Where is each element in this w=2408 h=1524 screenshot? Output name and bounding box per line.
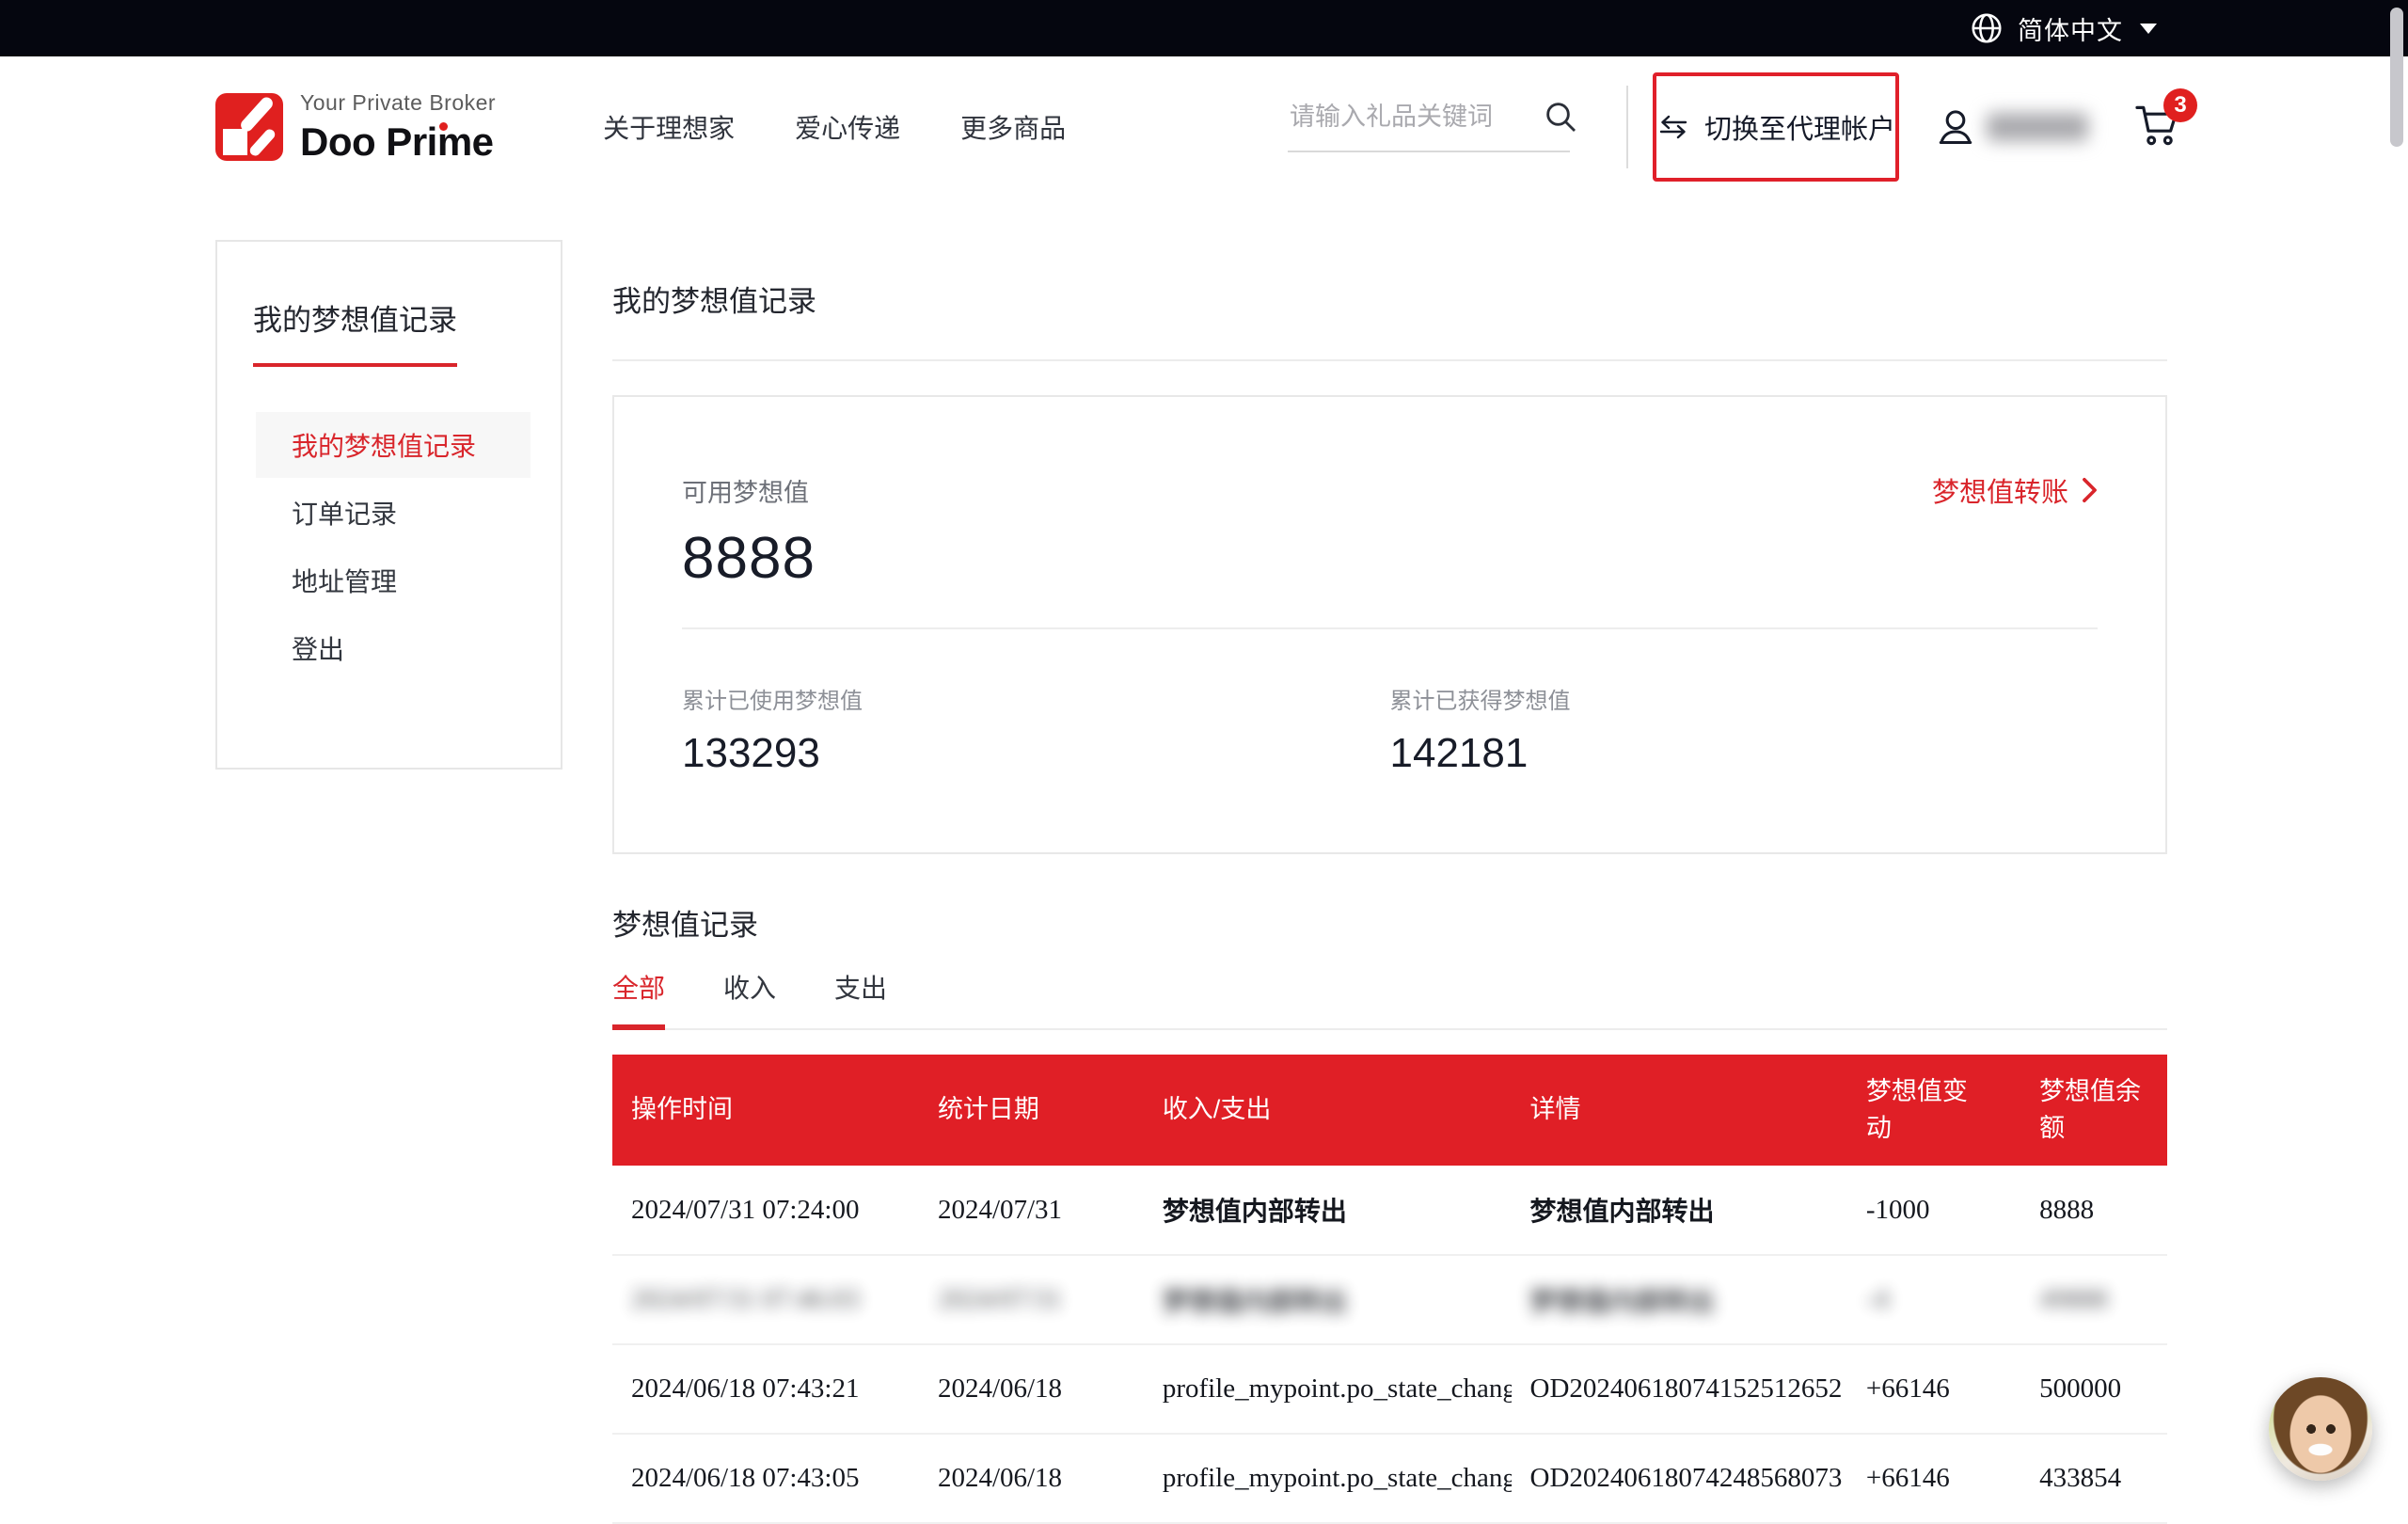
doo-prime-logo-mark (215, 93, 283, 161)
used-points-stat: 累计已使用梦想值 133293 (682, 682, 1390, 777)
user-icon (1934, 105, 1977, 149)
sidebar-item-orders[interactable]: 订单记录 (256, 480, 531, 546)
points-summary-card: 可用梦想值 梦想值转账 8888 累计已使用梦想值 133293 累计已获得梦想… (612, 395, 2167, 854)
col-header-detail: 详情 (1512, 1055, 1847, 1166)
tab-expense[interactable]: 支出 (834, 968, 887, 1028)
cell-time: 2024/06/18 07:43:05 (612, 1434, 919, 1523)
cell-change: +66146 (1847, 1434, 2020, 1523)
cell-balance: 500000 (2020, 1344, 2167, 1434)
username-masked (1987, 113, 2088, 141)
table-row-masked: 2024/07/31 07:46:03 2024/07/31 梦想值内部转出 梦… (612, 1255, 2167, 1344)
cell-type: 梦想值内部转出 (1144, 1166, 1512, 1255)
col-header-time: 操作时间 (612, 1055, 919, 1166)
used-points-value: 133293 (682, 730, 1390, 777)
sidebar-item-my-points[interactable]: 我的梦想值记录 (256, 412, 531, 478)
title-divider (612, 359, 2167, 361)
cell-time: 2024/06/18 07:43:21 (612, 1344, 919, 1434)
search-icon[interactable] (1542, 98, 1579, 135)
logo-brand: Doo Prime (300, 119, 496, 165)
cell-date: 2024/07/31 (919, 1166, 1144, 1255)
records-tabs: 全部 收入 支出 (612, 968, 2167, 1030)
cell-change: -1000 (1847, 1166, 2020, 1255)
tab-all[interactable]: 全部 (612, 968, 665, 1028)
main-nav: 关于理想家 爱心传递 更多商品 (603, 108, 1066, 146)
nav-item-charity[interactable]: 爱心传递 (795, 108, 900, 146)
globe-icon (1969, 10, 2004, 46)
search-input[interactable] (1290, 103, 1513, 132)
available-points-label: 可用梦想值 (682, 472, 809, 509)
points-transfer-link[interactable]: 梦想值转账 (1932, 470, 2098, 510)
card-divider (682, 627, 2098, 629)
cell-time: 2024/07/31 07:24:00 (612, 1166, 919, 1255)
used-points-label: 累计已使用梦想值 (682, 682, 1390, 715)
sidebar-menu: 我的梦想值记录 订单记录 地址管理 登出 (256, 412, 531, 681)
cell-type: profile_mypoint.po_state_change (1144, 1344, 1512, 1434)
available-points-value: 8888 (682, 525, 2098, 592)
table-row: 2024/07/31 07:24:00 2024/07/31 梦想值内部转出 梦… (612, 1166, 2167, 1255)
earned-points-label: 累计已获得梦想值 (1390, 682, 2099, 715)
cell-detail: 梦想值内部转出 (1512, 1255, 1847, 1344)
sidebar-title: 我的梦想值记录 (253, 296, 457, 367)
col-header-change: 梦想值变动 (1847, 1055, 2020, 1166)
doo-prime-logo[interactable]: Your Private Broker Doo Prime (215, 90, 496, 165)
cell-detail: 梦想值内部转出 (1512, 1166, 1847, 1255)
nav-item-more-products[interactable]: 更多商品 (960, 108, 1066, 146)
cell-detail: OD20240618074248568073 (1512, 1434, 1847, 1523)
sidebar-item-addresses[interactable]: 地址管理 (256, 548, 531, 613)
tab-income[interactable]: 收入 (723, 968, 776, 1028)
table-row: 2024/06/18 07:43:05 2024/06/18 profile_m… (612, 1434, 2167, 1523)
cell-change: -4 (1847, 1255, 2020, 1344)
cell-date: 2024/07/31 (919, 1255, 1144, 1344)
language-selector[interactable]: 简体中文 (2018, 10, 2123, 47)
gift-search (1288, 103, 1570, 152)
cell-type: profile_mypoint.po_state_change (1144, 1434, 1512, 1523)
col-header-type: 收入/支出 (1144, 1055, 1512, 1166)
switch-to-agent-account-button[interactable]: 切换至代理帐户 (1653, 72, 1899, 182)
chevron-right-icon (2082, 477, 2098, 503)
cell-balance: 8888 (2020, 1166, 2167, 1255)
logo-tagline: Your Private Broker (300, 90, 496, 116)
topbar: 简体中文 (0, 0, 2408, 56)
cell-change: +66146 (1847, 1344, 2020, 1434)
records-section-title: 梦想值记录 (612, 901, 2167, 944)
cell-detail: OD20240618074152512652 (1512, 1344, 1847, 1434)
cell-date: 2024/06/18 (919, 1344, 1144, 1434)
earned-points-value: 142181 (1390, 730, 2099, 777)
cell-balance: 49888 (2020, 1255, 2167, 1344)
sidebar: 我的梦想值记录 我的梦想值记录 订单记录 地址管理 登出 (215, 240, 562, 770)
records-table: 操作时间 统计日期 收入/支出 详情 梦想值变动 梦想值余额 2024/07/3… (612, 1055, 2167, 1524)
cell-type: 梦想值内部转出 (1144, 1255, 1512, 1344)
col-header-balance: 梦想值余额 (2020, 1055, 2167, 1166)
nav-item-about[interactable]: 关于理想家 (603, 108, 735, 146)
cart-count-badge: 3 (2163, 88, 2197, 122)
table-row: 2024/06/18 07:43:21 2024/06/18 profile_m… (612, 1344, 2167, 1434)
cart-button[interactable]: 3 (2133, 102, 2182, 153)
earned-points-stat: 累计已获得梦想值 142181 (1390, 682, 2099, 777)
header-divider (1626, 86, 1628, 168)
header: Your Private Broker Doo Prime 关于理想家 爱心传递… (0, 56, 2408, 198)
main-content: 我的梦想值记录 可用梦想值 梦想值转账 8888 累计已使用梦想值 133293 (612, 240, 2167, 1524)
cell-date: 2024/06/18 (919, 1434, 1144, 1523)
sidebar-item-logout[interactable]: 登出 (256, 615, 531, 681)
transfer-link-label: 梦想值转账 (1932, 470, 2068, 510)
page-body: 我的梦想值记录 我的梦想值记录 订单记录 地址管理 登出 我的梦想值记录 可用梦… (0, 198, 2408, 1524)
scrollbar-thumb[interactable] (2390, 8, 2403, 147)
table-header-row: 操作时间 统计日期 收入/支出 详情 梦想值变动 梦想值余额 (612, 1055, 2167, 1166)
account-entry[interactable] (1934, 105, 2088, 149)
col-header-date: 统计日期 (919, 1055, 1144, 1166)
chevron-down-icon (2140, 24, 2157, 34)
page-title: 我的梦想值记录 (612, 278, 2167, 320)
swap-arrows-icon (1656, 112, 1690, 142)
switch-account-label: 切换至代理帐户 (1704, 107, 1895, 147)
cell-balance: 433854 (2020, 1434, 2167, 1523)
user-avatar-photo[interactable] (2269, 1377, 2372, 1481)
cell-time: 2024/07/31 07:46:03 (612, 1255, 919, 1344)
